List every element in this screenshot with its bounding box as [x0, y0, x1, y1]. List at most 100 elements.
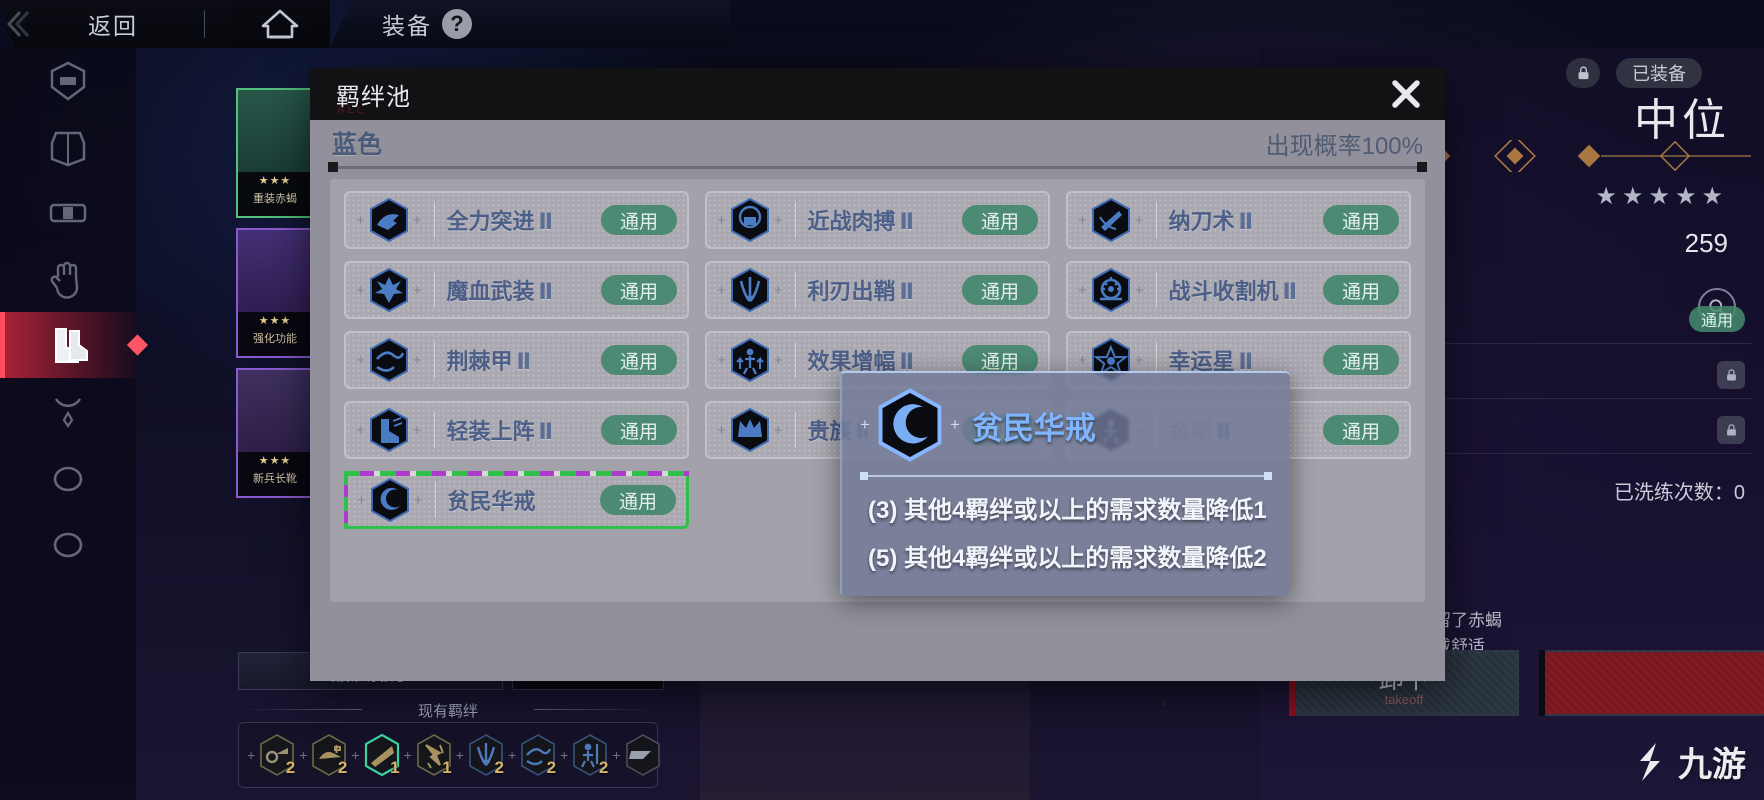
bond-item-highlighted[interactable]: 1 [362, 730, 402, 780]
plus-decoration: + [412, 211, 422, 229]
plus-decoration: + [773, 281, 783, 299]
plus-decoration: + [356, 281, 365, 299]
equipment-card-footer: ★★★ 重装赤蝎 [238, 172, 312, 216]
sidebar-item-gloves[interactable] [0, 246, 136, 312]
home-button[interactable] [230, 0, 330, 48]
current-bonds-bar: 现有羁绊 + 2 + 2 + 1 + 1 + 2 + 2 + 2 + [238, 700, 660, 792]
plus-decoration: + [356, 351, 365, 369]
amplify-icon [730, 337, 769, 383]
chest-armor-icon [50, 131, 86, 167]
boots-icon [55, 328, 88, 363]
trait-item[interactable]: + + 全力突进 Ⅱ 通用 [344, 191, 689, 249]
trait-name: 纳刀术 Ⅱ [1168, 209, 1254, 234]
bond-item[interactable]: 1 [414, 730, 454, 780]
list-item[interactable]: ★★★ 新兵长靴 [236, 368, 314, 498]
plus-decoration: + [717, 421, 726, 439]
trait-tag: 通用 [1323, 275, 1399, 305]
divider [794, 272, 796, 308]
tooltip-header: + + 贫民华戒 [842, 373, 1290, 469]
divider [433, 342, 435, 378]
crown-icon [730, 407, 769, 453]
trait-name: 贫民华戒 [447, 489, 536, 514]
detail-row-tag: 通用 [1688, 306, 1745, 332]
takeoff-button-sublabel: takeoff [1384, 691, 1424, 707]
plus-decoration: + [357, 491, 366, 509]
plus-decoration: + [403, 747, 412, 763]
back-button-label: 返回 [88, 13, 138, 39]
bond-item[interactable]: 2 [570, 730, 610, 780]
trait-item-selected[interactable]: + + 贫民华戒 通用 [344, 471, 689, 529]
helmet-icon [50, 61, 86, 101]
plus-decoration: + [560, 747, 569, 763]
chevron-left-icon [4, 9, 30, 39]
bond-count: 1 [442, 758, 452, 777]
rarity-label: 蓝色 [332, 131, 383, 159]
modal-title-sublabel: ALL [337, 104, 366, 116]
ring2-icon [53, 532, 83, 558]
action-button-red[interactable] [1539, 650, 1764, 716]
probability-label: 出现概率100% [1265, 132, 1423, 160]
lock-badge[interactable] [1566, 58, 1600, 88]
sidebar-item-necklace[interactable] [0, 378, 136, 444]
sidebar-item-belt[interactable] [0, 180, 136, 246]
trait-item[interactable]: + + 纳刀术 Ⅱ 通用 [1066, 191, 1411, 249]
bond-item[interactable]: 2 [309, 730, 349, 780]
question-mark-icon[interactable]: ? [442, 9, 472, 39]
trait-item[interactable]: + + 近战肉搏 Ⅱ 通用 [705, 191, 1050, 249]
plus-decoration: + [412, 351, 422, 369]
lock-icon [1578, 65, 1588, 79]
lock-icon [1726, 368, 1736, 380]
trait-item[interactable]: + + 战斗收割机 Ⅱ 通用 [1066, 261, 1411, 319]
plus-decoration: + [949, 415, 960, 434]
gloves-icon [50, 261, 79, 299]
divider [433, 272, 435, 308]
trait-name: 全力突进 Ⅱ [446, 209, 554, 234]
equipment-stars: ★★★ [258, 175, 292, 187]
bond-item[interactable]: 2 [518, 730, 558, 780]
trait-item[interactable]: + + 轻装上阵 Ⅱ 通用 [344, 401, 689, 459]
blood-armor-icon [369, 267, 408, 313]
trait-item[interactable]: + + 荆棘甲 Ⅱ 通用 [344, 331, 689, 389]
tab-equipment[interactable]: 装备 ? [330, 0, 730, 48]
back-button[interactable]: 返回 [0, 0, 230, 48]
watermark-text: 九游 [1678, 746, 1746, 784]
sidebar-item-ring2[interactable] [0, 510, 136, 576]
bond-item[interactable] [623, 730, 663, 780]
sidebar-item-ring1[interactable] [0, 444, 136, 510]
rarity-stars: ★★★★★ [1595, 183, 1728, 210]
lock-badge[interactable] [1717, 416, 1745, 444]
sidebar-item-boots[interactable] [0, 312, 149, 378]
divider [433, 202, 435, 238]
equipment-name: 强化功能 [253, 333, 297, 345]
close-button[interactable] [1389, 77, 1423, 111]
lock-icon [1726, 423, 1736, 435]
divider [794, 412, 796, 448]
plus-decoration: + [351, 747, 360, 763]
lock-badge[interactable] [1717, 361, 1745, 389]
trait-item[interactable]: + + 利刃出鞘 Ⅱ 通用 [705, 261, 1050, 319]
list-item[interactable]: ★★★ 重装赤蝎 [236, 88, 314, 218]
plus-decoration: + [356, 421, 365, 439]
trait-tag: 通用 [600, 485, 676, 515]
dash-icon [625, 734, 660, 776]
pauper-ring-icon [878, 388, 942, 462]
bond-item[interactable]: 2 [257, 730, 297, 780]
trait-tag: 通用 [962, 275, 1038, 305]
bonds-container: + 2 + 2 + 1 + 1 + 2 + 2 + 2 + [238, 722, 660, 788]
bond-item[interactable]: 2 [466, 730, 506, 780]
sidebar-item-helmet[interactable] [0, 48, 136, 114]
equipment-name: 新兵长靴 [253, 473, 297, 485]
bond-count: 2 [285, 758, 296, 777]
trait-item[interactable]: + + 魔血武装 Ⅱ 通用 [344, 261, 689, 319]
divider [328, 162, 1427, 172]
trait-tag: 通用 [601, 345, 677, 375]
plus-decoration: + [773, 351, 783, 369]
trait-tag: 通用 [601, 205, 677, 235]
trait-name: 近战肉搏 Ⅱ [807, 209, 915, 234]
list-item[interactable]: ★★★ 强化功能 [236, 228, 314, 358]
equipment-card-footer: ★★★ 新兵长靴 [238, 452, 312, 496]
trait-tag: 通用 [962, 205, 1038, 235]
trait-name: 荆棘甲 Ⅱ [446, 349, 532, 374]
bond-count: 2 [494, 758, 504, 777]
sidebar-item-chest[interactable] [0, 114, 136, 180]
